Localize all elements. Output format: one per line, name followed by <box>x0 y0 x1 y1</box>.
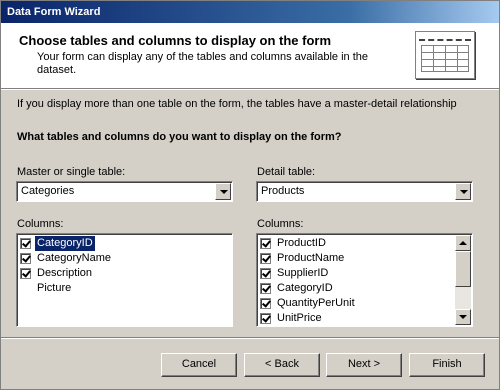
data-form-wizard-dialog: Data Form Wizard Choose tables and colum… <box>0 0 500 390</box>
detail-dropdown-button[interactable] <box>455 183 471 200</box>
master-columns-list[interactable]: CategoryID CategoryName Description Pict… <box>16 233 233 327</box>
separator <box>1 337 499 339</box>
table-form-icon <box>415 31 475 79</box>
list-item[interactable]: UnitPrice <box>257 311 472 326</box>
chevron-down-icon <box>220 190 228 194</box>
chevron-down-icon <box>459 315 467 319</box>
detail-columns-label: Columns: <box>257 218 304 230</box>
finish-button[interactable]: Finish <box>409 353 485 377</box>
checkbox[interactable] <box>260 238 271 249</box>
checkbox[interactable] <box>20 238 31 249</box>
intro-text: If you display more than one table on th… <box>17 98 457 110</box>
next-button[interactable]: Next > <box>326 353 402 377</box>
detail-table-select[interactable]: Products <box>256 181 473 202</box>
list-item[interactable]: QuantityPerUnit <box>257 296 472 311</box>
checkbox[interactable] <box>260 298 271 309</box>
detail-table-label: Detail table: <box>257 166 316 178</box>
detail-columns-list[interactable]: ProductID ProductName SupplierID Categor… <box>256 233 473 327</box>
scroll-thumb[interactable] <box>455 251 471 287</box>
checkbox[interactable] <box>260 253 271 264</box>
list-item[interactable]: Picture <box>17 281 232 296</box>
chevron-up-icon <box>459 241 467 245</box>
list-item[interactable]: ProductID <box>257 236 472 251</box>
list-item[interactable]: ProductName <box>257 251 472 266</box>
scroll-down-button[interactable] <box>455 309 471 325</box>
master-table-select[interactable]: Categories <box>16 181 233 202</box>
wizard-header: Choose tables and columns to display on … <box>1 23 499 90</box>
list-item[interactable]: CategoryID <box>17 235 232 252</box>
window-title: Data Form Wizard <box>7 6 101 18</box>
master-columns-label: Columns: <box>17 218 64 230</box>
detail-table-value: Products <box>261 185 305 197</box>
master-dropdown-button[interactable] <box>215 183 231 200</box>
checkbox[interactable] <box>20 253 31 264</box>
question-text: What tables and columns do you want to d… <box>17 131 342 143</box>
master-table-label: Master or single table: <box>17 166 126 178</box>
list-item[interactable]: CategoryName <box>17 251 232 266</box>
header-description: Your form can display any of the tables … <box>37 51 369 76</box>
title-bar[interactable]: Data Form Wizard <box>1 1 499 23</box>
chevron-down-icon <box>460 190 468 194</box>
master-table-value: Categories <box>21 185 75 197</box>
vertical-scrollbar[interactable] <box>455 235 471 325</box>
checkbox[interactable] <box>260 268 271 279</box>
checkbox[interactable] <box>260 283 271 294</box>
back-button[interactable]: < Back <box>244 353 320 377</box>
scroll-up-button[interactable] <box>455 235 471 251</box>
list-item[interactable]: SupplierID <box>257 266 472 281</box>
checkbox[interactable] <box>20 268 31 279</box>
list-item[interactable]: Description <box>17 266 232 281</box>
cancel-button[interactable]: Cancel <box>161 353 237 377</box>
list-item[interactable]: CategoryID <box>257 281 472 296</box>
header-title: Choose tables and columns to display on … <box>19 33 332 48</box>
checkbox[interactable] <box>260 313 271 324</box>
